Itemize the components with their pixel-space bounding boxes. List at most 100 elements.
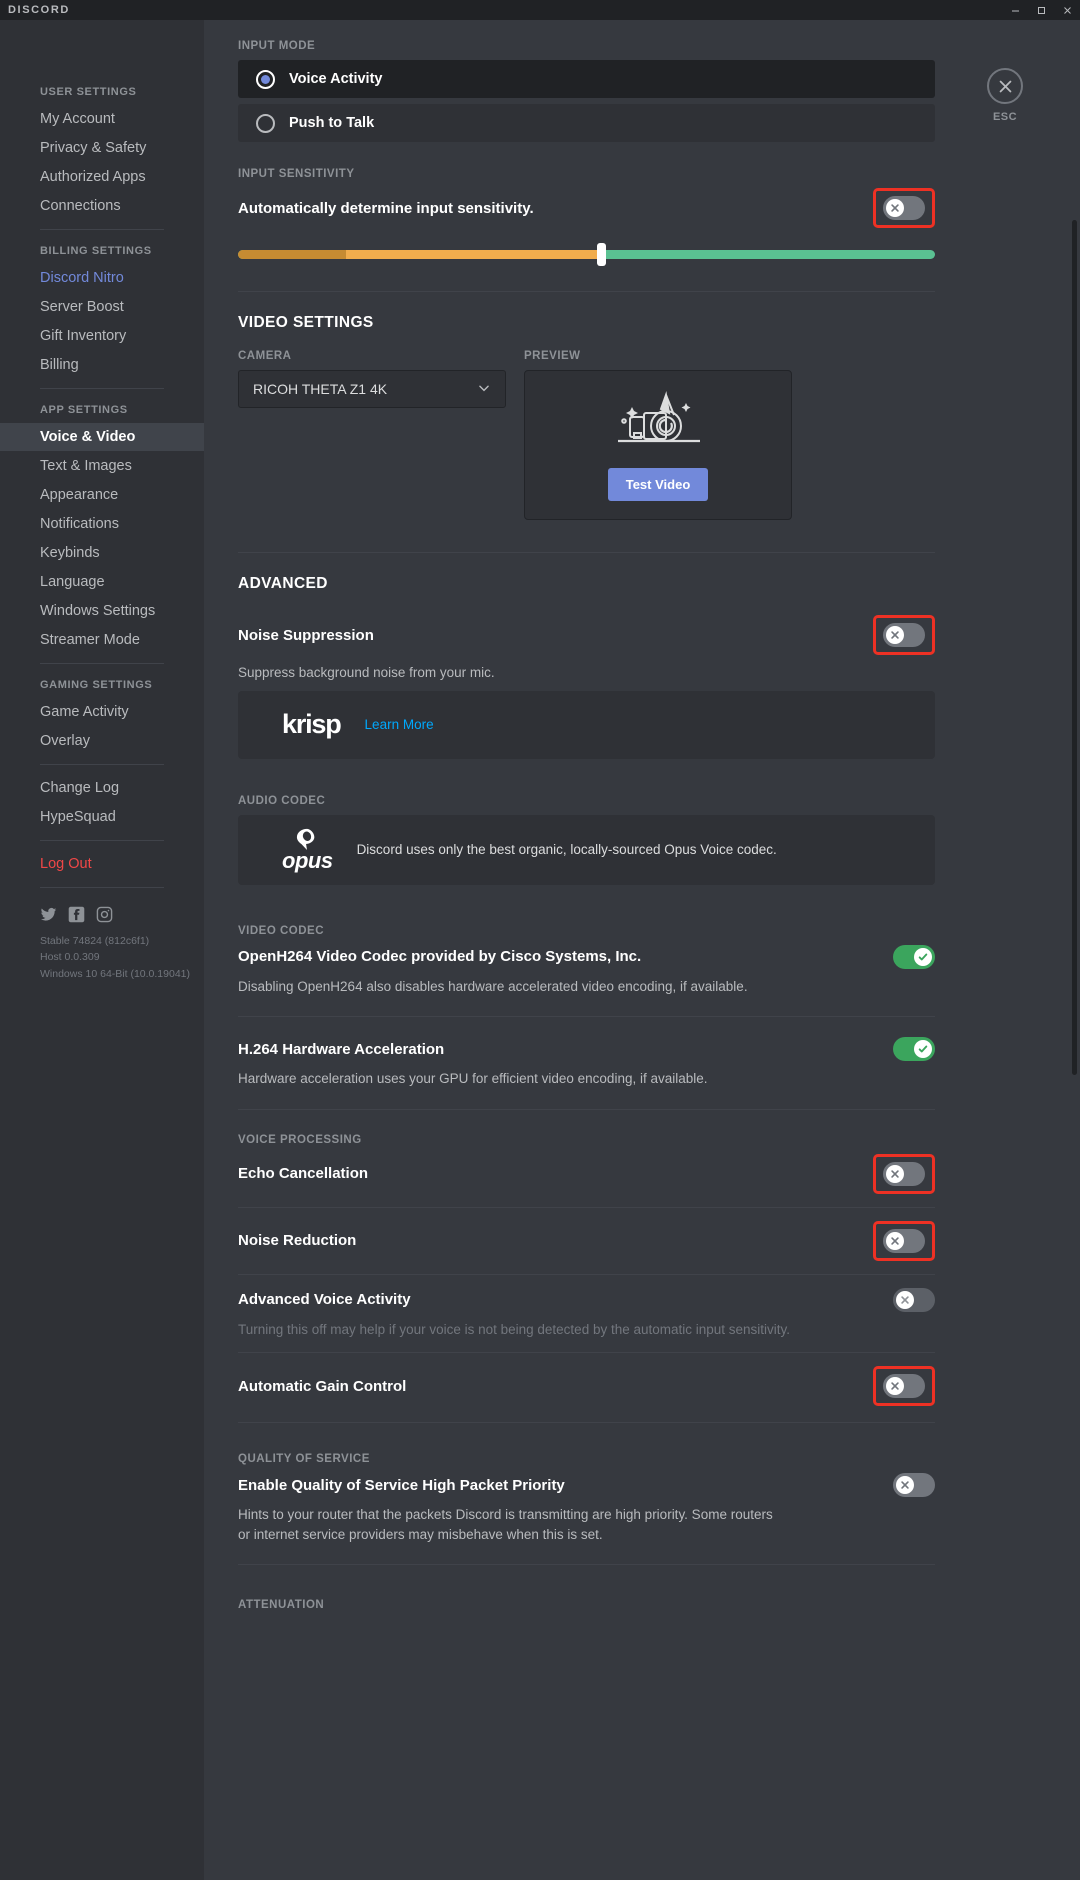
- input-mode-heading: INPUT MODE: [238, 40, 316, 52]
- content-scrollbar[interactable]: [1072, 220, 1077, 1075]
- video-codec-heading: VIDEO CODEC: [238, 924, 325, 937]
- sidebar-item-game-activity[interactable]: Game Activity: [0, 698, 204, 726]
- close-settings[interactable]: ESC: [976, 68, 1034, 123]
- maximize-button[interactable]: [1028, 0, 1054, 20]
- radio-label-push-to-talk: Push to Talk: [289, 115, 375, 131]
- sidebar-item-hypesquad[interactable]: HypeSquad: [0, 803, 204, 831]
- h264-hw-accel-desc: Hardware acceleration uses your GPU for …: [238, 1071, 708, 1087]
- automatic-gain-control-highlight: [873, 1366, 935, 1407]
- discord-wordmark: DISCORD: [8, 4, 70, 16]
- sidebar-item-billing[interactable]: Billing: [0, 351, 204, 379]
- video-settings-heading: VIDEO SETTINGS: [238, 314, 374, 331]
- row-divider: [238, 1422, 935, 1424]
- audio-codec-text: Discord uses only the best organic, loca…: [356, 842, 777, 858]
- table-row: H.264 Hardware Acceleration: [238, 1037, 935, 1062]
- sidebar-divider: [40, 840, 164, 841]
- noise-suppression-title: Noise Suppression: [238, 626, 374, 644]
- camera-preview: Test Video: [524, 370, 792, 520]
- sidebar-divider: [40, 663, 164, 664]
- radio-option-voice-activity[interactable]: Voice Activity: [238, 60, 935, 98]
- sidebar-heading-app-settings: APP SETTINGS: [40, 404, 128, 416]
- test-video-button[interactable]: Test Video: [607, 468, 709, 501]
- auto-sensitivity-toggle[interactable]: [883, 196, 925, 220]
- echo-cancellation-toggle[interactable]: [883, 1161, 925, 1186]
- toggle-knob-off-icon: [886, 626, 904, 644]
- row-divider: [238, 1016, 935, 1018]
- row-divider: [238, 1108, 935, 1110]
- voice-processing-heading: VOICE PROCESSING: [238, 1133, 362, 1146]
- sidebar-item-privacy-safety[interactable]: Privacy & Safety: [0, 134, 204, 162]
- slider-handle[interactable]: [596, 243, 606, 266]
- toggle-knob-off-icon: [886, 1231, 904, 1250]
- toggle-knob-off-icon: [886, 1377, 904, 1396]
- sidebar-item-language[interactable]: Language: [0, 568, 204, 596]
- close-button[interactable]: [1054, 0, 1080, 20]
- input-sensitivity-slider[interactable]: [238, 243, 935, 266]
- sidebar-item-my-account[interactable]: My Account: [0, 105, 204, 133]
- toggle-knob-off-icon: [886, 1164, 904, 1183]
- toggle-knob-off-icon: [886, 199, 904, 217]
- qos-desc: Hints to your router that the packets Di…: [238, 1507, 773, 1542]
- sidebar-item-authorized-apps[interactable]: Authorized Apps: [0, 163, 204, 191]
- table-row: Echo Cancellation: [238, 1153, 935, 1194]
- auto-sensitivity-highlight: [873, 188, 935, 228]
- sidebar-item-discord-nitro[interactable]: Discord Nitro: [0, 264, 204, 292]
- echo-cancellation-highlight: [873, 1153, 935, 1194]
- section-divider: [238, 291, 935, 292]
- sidebar-item-text-images[interactable]: Text & Images: [0, 452, 204, 480]
- opus-logo: opus: [282, 828, 333, 872]
- advanced-voice-activity-desc: Turning this off may help if your voice …: [238, 1321, 791, 1337]
- table-row: Advanced Voice Activity: [238, 1287, 935, 1312]
- h264-hw-accel-toggle[interactable]: [893, 1037, 935, 1062]
- camera-select[interactable]: RICOH THETA Z1 4K: [238, 370, 506, 408]
- sidebar-item-log-out[interactable]: Log Out: [0, 850, 204, 878]
- sidebar-divider: [40, 887, 164, 888]
- sidebar-heading-user-settings: USER SETTINGS: [40, 86, 137, 98]
- radio-option-push-to-talk[interactable]: Push to Talk: [238, 104, 935, 142]
- auto-sensitivity-label: Automatically determine input sensitivit…: [238, 199, 534, 217]
- krisp-learn-more-link[interactable]: Learn More: [365, 717, 434, 732]
- radio-unselected-icon: [256, 113, 275, 133]
- version-info: Stable 74824 (812c6f1) Host 0.0.309 Wind…: [0, 923, 204, 982]
- echo-cancellation-title: Echo Cancellation: [238, 1165, 369, 1183]
- sidebar-item-change-log[interactable]: Change Log: [0, 774, 204, 802]
- openh264-toggle[interactable]: [893, 944, 935, 969]
- window-title-bar: DISCORD: [0, 0, 1080, 20]
- table-row: Noise Reduction: [238, 1220, 935, 1261]
- twitter-icon[interactable]: [40, 906, 57, 923]
- chevron-down-icon: [477, 381, 491, 398]
- sidebar-item-notifications[interactable]: Notifications: [0, 510, 204, 538]
- noise-reduction-title: Noise Reduction: [238, 1232, 357, 1250]
- social-links: [0, 897, 204, 923]
- camera-label: CAMERA: [238, 350, 292, 362]
- sidebar-item-overlay[interactable]: Overlay: [0, 727, 204, 755]
- sidebar-item-appearance[interactable]: Appearance: [0, 481, 204, 509]
- advanced-heading: ADVANCED: [238, 575, 328, 592]
- section-divider: [238, 552, 935, 553]
- sidebar-item-keybinds[interactable]: Keybinds: [0, 539, 204, 567]
- instagram-icon[interactable]: [96, 906, 113, 923]
- version-os: Windows 10 64-Bit (10.0.19041): [40, 967, 190, 980]
- qos-title: Enable Quality of Service High Packet Pr…: [238, 1476, 565, 1494]
- facebook-icon[interactable]: [68, 906, 85, 923]
- sidebar-item-streamer-mode[interactable]: Streamer Mode: [0, 626, 204, 654]
- minimize-button[interactable]: [1002, 0, 1028, 20]
- sidebar-item-connections[interactable]: Connections: [0, 192, 204, 220]
- automatic-gain-control-toggle[interactable]: [883, 1374, 925, 1399]
- sidebar-item-server-boost[interactable]: Server Boost: [0, 293, 204, 321]
- sidebar-item-voice-video[interactable]: Voice & Video: [0, 423, 204, 451]
- qos-toggle[interactable]: [893, 1473, 935, 1498]
- table-row: Enable Quality of Service High Packet Pr…: [238, 1473, 935, 1498]
- noise-reduction-toggle[interactable]: [883, 1228, 925, 1253]
- toggle-knob-on-icon: [914, 1040, 932, 1059]
- krisp-logo: krisp: [282, 709, 342, 740]
- noise-suppression-toggle[interactable]: [883, 623, 925, 647]
- row-divider: [238, 1352, 935, 1354]
- close-icon[interactable]: [987, 68, 1023, 104]
- sidebar-heading-gaming-settings: GAMING SETTINGS: [40, 679, 153, 691]
- sidebar-item-windows-settings[interactable]: Windows Settings: [0, 597, 204, 625]
- advanced-voice-activity-toggle[interactable]: [893, 1287, 935, 1312]
- sidebar-item-gift-inventory[interactable]: Gift Inventory: [0, 322, 204, 350]
- advanced-voice-activity-title: Advanced Voice Activity: [238, 1291, 411, 1309]
- preview-label: PREVIEW: [524, 350, 581, 362]
